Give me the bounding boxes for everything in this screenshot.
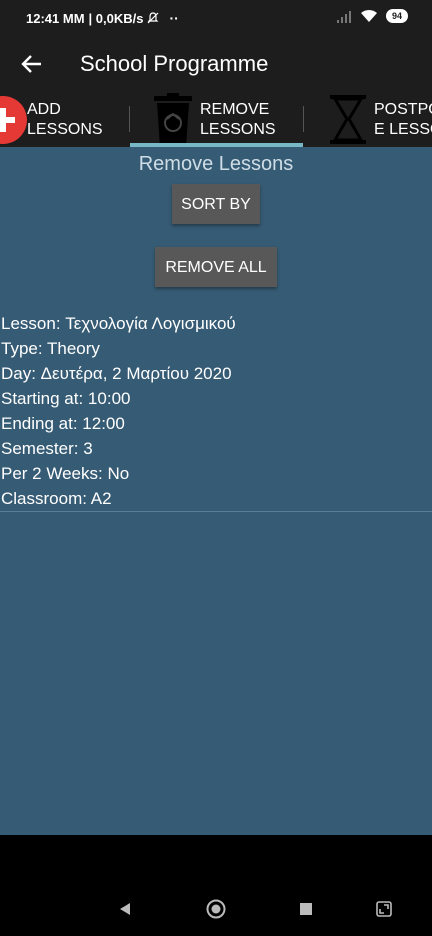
battery-icon: 94 [385, 9, 408, 23]
lesson-type: Type: Theory [1, 339, 100, 358]
status-bar: 12:41 MM | 0,0KB/s ·· 94 [0, 0, 432, 36]
lesson-name: Lesson: Τεχνολογία Λογισμικού [1, 314, 236, 333]
tab-remove-lessons[interactable]: REMOVE LESSONS [130, 92, 303, 147]
tab-add-lessons[interactable]: ADD LESSONS [0, 92, 129, 147]
section-title: Remove Lessons [138, 153, 294, 175]
wifi-icon [360, 10, 377, 22]
remove-all-button[interactable]: REMOVE ALL [155, 247, 277, 287]
system-nav-bar [0, 835, 432, 936]
status-time: 12:41 MM [26, 10, 85, 26]
more-dots-icon: ·· [169, 10, 179, 26]
status-left: 12:41 MM | 0,0KB/s ·· [26, 10, 179, 26]
status-right: 94 [336, 9, 408, 23]
lesson-per-2-weeks: Per 2 Weeks: No [1, 464, 130, 483]
page-title: School Programme [80, 51, 269, 76]
signal-icon [336, 10, 351, 23]
tab-add-lessons-label: ADD LESSONS [27, 101, 103, 138]
list-item[interactable]: Lesson: Τεχνολογία Λογισμικού Type: Theo… [0, 311, 432, 512]
bell-off-icon [148, 12, 159, 24]
lesson-end-time: Ending at: 12:00 [1, 414, 125, 433]
hourglass-icon [330, 95, 366, 144]
recents-square-icon[interactable] [299, 902, 313, 916]
lesson-semester: Semester: 3 [1, 439, 93, 458]
tab-postpone-lessons-label: POSTPO E LESSO [374, 101, 432, 138]
lesson-classroom: Classroom: A2 [1, 489, 112, 508]
app-bar: School Programme [0, 36, 432, 92]
sort-by-button[interactable]: SORT BY [172, 184, 260, 224]
lesson-day: Day: Δευτέρα, 2 Μαρτίου 2020 [1, 364, 232, 383]
status-network-speed: | 0,0KB/s [88, 10, 144, 26]
home-circle-icon[interactable] [205, 898, 227, 920]
content-area: Remove Lessons SORT BY REMOVE ALL Lesson… [0, 147, 432, 835]
tab-bar: ADD LESSONS REMOVE LESSONS POSTPO E LESS… [0, 92, 432, 147]
back-triangle-icon[interactable] [117, 901, 133, 917]
tab-remove-lessons-label: REMOVE LESSONS [200, 101, 276, 138]
rotate-screen-icon[interactable] [375, 900, 393, 918]
add-circle-icon [0, 96, 27, 144]
tab-postpone-lessons[interactable]: POSTPO E LESSO [304, 92, 432, 147]
arrow-left-icon[interactable] [18, 50, 46, 78]
recycle-bin-icon [154, 93, 192, 147]
lesson-start-time: Starting at: 10:00 [1, 389, 131, 408]
